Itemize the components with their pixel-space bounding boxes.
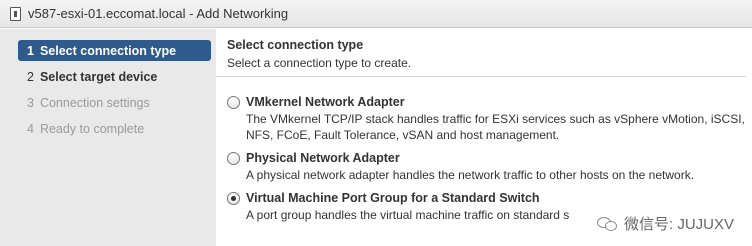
description-line: The VMkernel TCP/IP stack handles traffi… [246, 112, 745, 126]
step-number: 1 [27, 43, 34, 58]
window-titlebar: v587-esxi-01.eccomat.local - Add Network… [0, 0, 752, 28]
step-number: 2 [27, 69, 34, 84]
step-label: Connection settings [39, 95, 150, 110]
step-select-connection-type[interactable]: 1 Select connection type [18, 40, 211, 61]
page-subtitle: Select a connection type to create. [227, 56, 412, 70]
radio-button-checked[interactable] [227, 191, 240, 205]
radio-button[interactable] [227, 95, 240, 109]
option-label[interactable]: Physical Network Adapter [246, 151, 400, 165]
step-connection-settings: 3 Connection settings [18, 92, 211, 113]
step-select-target-device[interactable]: 2 Select target device [18, 66, 211, 87]
page-title: Select connection type [227, 38, 364, 52]
radio-button[interactable] [227, 151, 240, 165]
wechat-icon [596, 215, 619, 233]
page-header: Select connection type Select a connecti… [216, 29, 746, 77]
option-label[interactable]: VMkernel Network Adapter [246, 95, 405, 109]
watermark-text: 微信号: JUJUXV [623, 216, 734, 233]
step-label: Select target device [39, 69, 158, 84]
step-label: Ready to complete [39, 121, 145, 136]
step-number: 3 [27, 95, 34, 110]
step-label: Select connection type [39, 43, 177, 58]
step-number: 4 [27, 121, 34, 136]
description-line: A physical network adapter handles the n… [246, 168, 695, 182]
option-physical-network-adapter[interactable]: Physical Network Adapter A physical netw… [227, 151, 747, 183]
option-description: The VMkernel TCP/IP stack handles traffi… [227, 111, 747, 143]
window-title: v587-esxi-01.eccomat.local - Add Network… [28, 6, 289, 21]
option-label[interactable]: Virtual Machine Port Group for a Standar… [246, 191, 540, 205]
wizard-steps-sidebar: 1 Select connection type 2 Select target… [0, 29, 216, 246]
step-ready-to-complete: 4 Ready to complete [18, 118, 211, 139]
description-line: NFS, FCoE, Fault Tolerance, vSAN and hos… [246, 128, 560, 142]
wechat-watermark: 微信号: JUJUXV [592, 211, 738, 236]
option-description: A physical network adapter handles the n… [227, 167, 747, 183]
host-icon [10, 6, 21, 21]
option-vmkernel-network-adapter[interactable]: VMkernel Network Adapter The VMkernel TC… [227, 95, 747, 143]
